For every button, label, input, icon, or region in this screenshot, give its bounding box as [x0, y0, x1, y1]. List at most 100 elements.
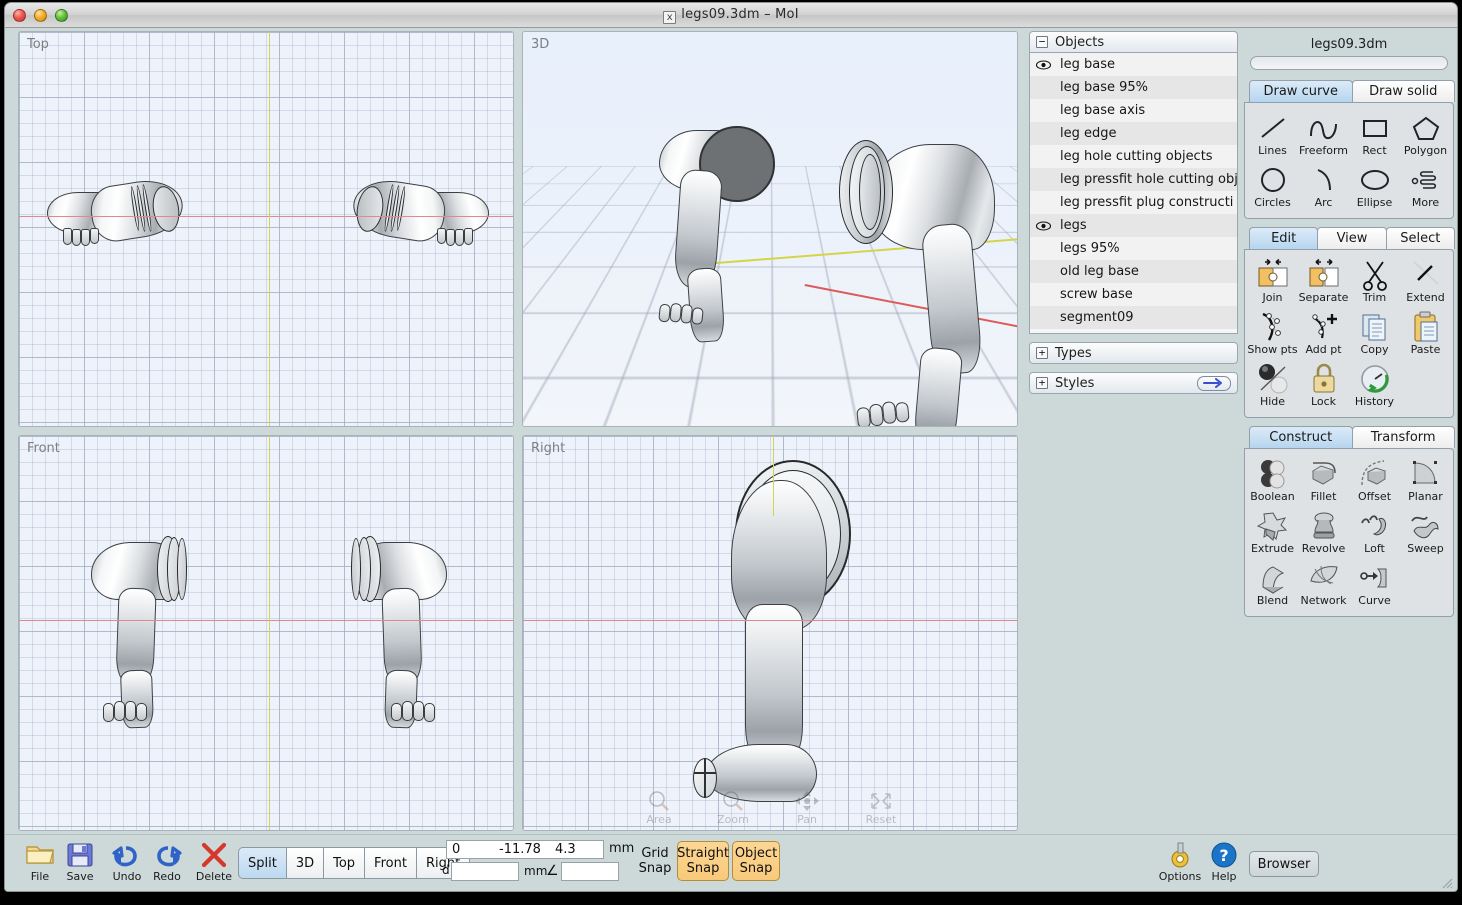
tool-history[interactable]: History	[1349, 360, 1400, 412]
tool-revolve[interactable]: Revolve	[1298, 507, 1349, 559]
list-item[interactable]: legs 95%	[1030, 237, 1237, 260]
tool-planar-label: Planar	[1400, 491, 1451, 503]
object-name: leg pressfit plug constructi	[1060, 195, 1233, 210]
tool-planar[interactable]: Planar	[1400, 455, 1451, 507]
tool-paste[interactable]: Paste	[1400, 308, 1451, 360]
options-button[interactable]: Options	[1157, 840, 1203, 883]
list-item[interactable]: leg edge	[1030, 122, 1237, 145]
clipboard-paste-icon	[1400, 310, 1451, 344]
viewport-nav-controls[interactable]: Area Zoom Pan Reset	[631, 790, 909, 826]
tab-construct[interactable]: Construct	[1249, 426, 1353, 448]
list-item[interactable]: segment09	[1030, 306, 1237, 329]
straight-snap-button[interactable]: Straight Snap	[677, 841, 729, 881]
nav-zoom-button[interactable]: Zoom	[705, 790, 761, 826]
tool-separate[interactable]: Separate	[1298, 256, 1349, 308]
object-snap-button[interactable]: Object Snap	[732, 841, 780, 881]
tool-blend-label: Blend	[1247, 595, 1298, 607]
tab-draw-curve[interactable]: Draw curve	[1249, 80, 1353, 102]
viewport-front[interactable]: Front	[18, 435, 514, 831]
tool-curve-label: Curve	[1349, 595, 1400, 607]
tool-lock[interactable]: Lock	[1298, 360, 1349, 412]
axis-line-yellow-top	[269, 32, 270, 426]
tool-rect[interactable]: Rect	[1349, 109, 1400, 161]
list-item[interactable]: screw base	[1030, 283, 1237, 306]
view-button-front[interactable]: Front	[364, 847, 417, 879]
tool-extrude[interactable]: Extrude	[1247, 507, 1298, 559]
tool-copy[interactable]: Copy	[1349, 308, 1400, 360]
tool-polygon[interactable]: Polygon	[1400, 109, 1451, 161]
save-button[interactable]: Save	[57, 840, 103, 883]
resize-grip-icon[interactable]	[1439, 875, 1453, 889]
list-item[interactable]: old leg base	[1030, 260, 1237, 283]
tool-add-pt[interactable]: Add pt	[1298, 308, 1349, 360]
tool-trim[interactable]: Trim	[1349, 256, 1400, 308]
tool-add-pt-label: Add pt	[1298, 344, 1349, 356]
arrow-right-icon[interactable]	[1197, 376, 1231, 391]
list-item[interactable]: leg base 95%	[1030, 76, 1237, 99]
tool-arc[interactable]: Arc	[1298, 161, 1349, 213]
straight-snap-line1: Straight	[677, 846, 729, 861]
tab-select[interactable]: Select	[1386, 227, 1455, 249]
nav-area-button[interactable]: Area	[631, 790, 687, 826]
objects-list[interactable]: leg base leg base 95% leg base axis leg …	[1029, 53, 1238, 334]
tool-more[interactable]: More	[1400, 161, 1451, 213]
construct-tool-panel: Boolean Fillet Offset Planar Extrude Rev…	[1244, 448, 1454, 617]
list-item[interactable]: leg pressfit hole cutting obj	[1030, 168, 1237, 191]
tab-draw-solid[interactable]: Draw solid	[1352, 80, 1456, 102]
tool-join[interactable]: Join	[1247, 256, 1298, 308]
tab-edit[interactable]: Edit	[1249, 227, 1318, 249]
list-item[interactable]: leg base axis	[1030, 99, 1237, 122]
nav-reset-button[interactable]: Reset	[853, 790, 909, 826]
nav-pan-button[interactable]: Pan	[779, 790, 835, 826]
tool-curve[interactable]: Curve	[1349, 559, 1400, 611]
viewport-right[interactable]: Area Zoom Pan Reset Right	[522, 435, 1018, 831]
moi-app-icon: x	[663, 11, 676, 24]
list-item[interactable]: leg hole cutting objects	[1030, 145, 1237, 168]
tab-view[interactable]: View	[1317, 227, 1386, 249]
tool-blend[interactable]: Blend	[1247, 559, 1298, 611]
tool-offset[interactable]: Offset	[1349, 455, 1400, 507]
tool-extend[interactable]: Extend	[1400, 256, 1451, 308]
distance-input[interactable]	[451, 862, 519, 881]
viewport-3d[interactable]: 3D	[522, 31, 1018, 427]
help-button[interactable]: ? Help	[1201, 840, 1247, 883]
tool-trim-label: Trim	[1349, 292, 1400, 304]
visibility-eye-icon[interactable]	[1036, 221, 1060, 231]
tool-fillet[interactable]: Fillet	[1298, 455, 1349, 507]
angle-input[interactable]	[561, 862, 619, 881]
viewport-top[interactable]: Top	[18, 31, 514, 427]
grid-snap-button[interactable]: Grid Snap	[637, 843, 673, 879]
axis-line-red-front	[19, 620, 513, 621]
tool-network[interactable]: Network	[1298, 559, 1349, 611]
objects-expander-icon[interactable]: −	[1036, 36, 1048, 48]
view-button-top[interactable]: Top	[323, 847, 365, 879]
types-group-header[interactable]: + Types	[1029, 342, 1238, 364]
tool-sweep[interactable]: Sweep	[1400, 507, 1451, 559]
tab-transform[interactable]: Transform	[1352, 426, 1456, 448]
tool-ellipse[interactable]: Ellipse	[1349, 161, 1400, 213]
view-button-3d[interactable]: 3D	[286, 847, 324, 879]
redo-button[interactable]: Redo	[144, 840, 190, 883]
list-item[interactable]: legs	[1030, 214, 1237, 237]
tool-lines[interactable]: Lines	[1247, 109, 1298, 161]
browser-toggle-button[interactable]: Browser	[1249, 851, 1319, 877]
delete-button[interactable]: Delete	[191, 840, 237, 883]
styles-group-header[interactable]: + Styles	[1029, 372, 1238, 394]
tool-join-label: Join	[1247, 292, 1298, 304]
list-item[interactable]: leg base	[1030, 53, 1237, 76]
styles-expander-icon[interactable]: +	[1036, 377, 1048, 389]
tool-circles[interactable]: Circles	[1247, 161, 1298, 213]
helix-more-icon	[1400, 163, 1451, 197]
tool-freeform[interactable]: Freeform	[1298, 109, 1349, 161]
tool-hide[interactable]: Hide	[1247, 360, 1298, 412]
search-input[interactable]	[1250, 56, 1448, 70]
tool-show-pts[interactable]: Show pts	[1247, 308, 1298, 360]
objects-group-header[interactable]: − Objects	[1029, 31, 1238, 53]
types-expander-icon[interactable]: +	[1036, 347, 1048, 359]
visibility-eye-icon[interactable]	[1036, 60, 1060, 70]
view-button-split[interactable]: Split	[238, 847, 287, 879]
tool-loft[interactable]: Loft	[1349, 507, 1400, 559]
coordinate-input[interactable]: 0 -11.78 4.3	[446, 840, 604, 859]
list-item[interactable]: leg pressfit plug constructi	[1030, 191, 1237, 214]
tool-boolean[interactable]: Boolean	[1247, 455, 1298, 507]
